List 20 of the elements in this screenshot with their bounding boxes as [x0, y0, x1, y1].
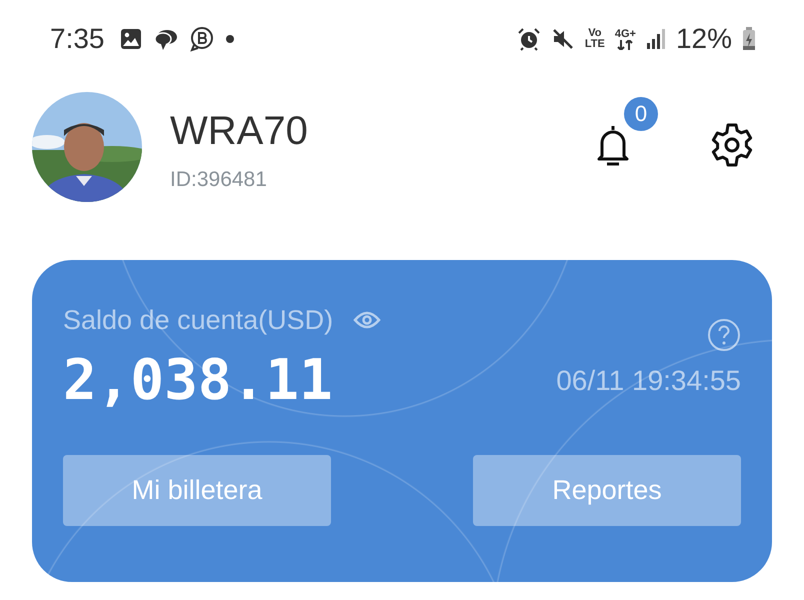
dot-icon [224, 34, 234, 44]
battery-percentage: 12% [676, 23, 732, 55]
card-action-button[interactable]: Mi billetera [63, 455, 331, 526]
muted-speaker-icon [550, 27, 575, 51]
alarm-clock-icon [516, 27, 541, 51]
clock-time: 7:35 [50, 23, 104, 55]
username: WRA70 [170, 108, 308, 154]
notification-count: 0 [624, 97, 658, 131]
signal-icon [646, 28, 666, 50]
card-action-button[interactable]: Reportes [473, 455, 741, 526]
balance-label: Saldo de cuenta(USD) [63, 304, 334, 336]
business-chat-icon [188, 26, 214, 52]
balance-amount: 2,038.11 [63, 348, 333, 413]
charging-battery-icon [742, 27, 756, 51]
user-id: ID:396481 [170, 168, 268, 192]
balance-timestamp: 06/11 19:34:55 [556, 364, 741, 396]
network-indicator: 4G+ [614, 28, 636, 50]
image-icon [118, 27, 142, 51]
volte-indicator: Vo LTE [584, 28, 605, 50]
chat-bubbles-icon [152, 27, 178, 51]
